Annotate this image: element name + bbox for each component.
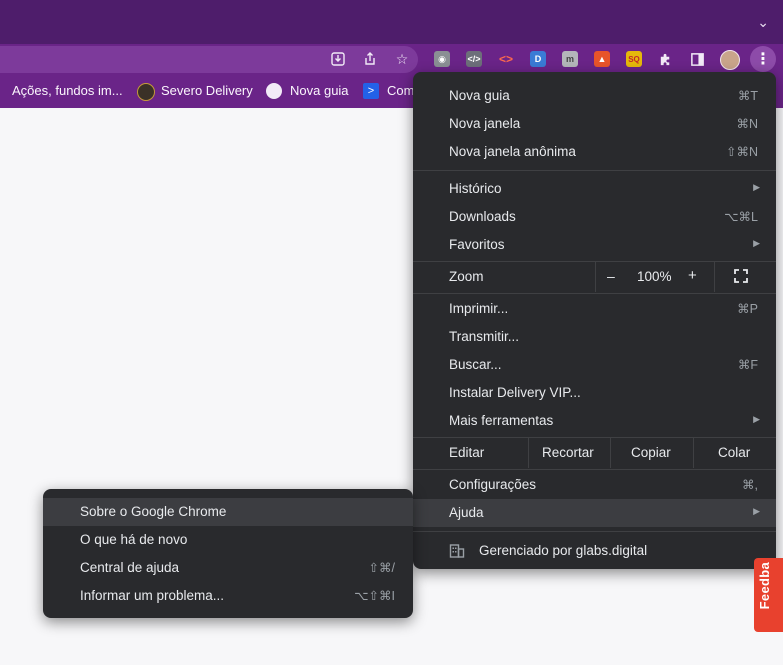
submenu-item-label: Central de ajuda xyxy=(80,560,180,575)
managed-by-label: Gerenciado por glabs.digital xyxy=(479,543,648,558)
submenu-item-shortcut: ⇧⌘/ xyxy=(368,561,395,575)
menu-item-shortcut: ⌘, xyxy=(742,478,758,492)
address-bar[interactable] xyxy=(0,46,418,73)
menu-item-shortcut: ⇧⌘N xyxy=(725,145,758,159)
zoom-divider xyxy=(714,262,715,292)
menu-item-nova-guia[interactable]: Nova guia ⌘T xyxy=(413,82,776,110)
menu-item-shortcut: ⌥⌘L xyxy=(724,210,758,224)
menu-item-imprimir[interactable]: Imprimir... ⌘P xyxy=(413,295,776,323)
menu-item-label: Downloads xyxy=(449,209,516,224)
zoom-level: 100% xyxy=(637,269,672,284)
menu-separator xyxy=(413,531,776,532)
submenu-item-label: O que há de novo xyxy=(80,532,188,547)
severo-delivery-logo-icon xyxy=(137,83,155,101)
browser-titlebar: ⌄ xyxy=(0,0,783,44)
globe-icon xyxy=(266,83,282,99)
profile-avatar[interactable] xyxy=(720,50,740,70)
tab-search-chevron-icon[interactable]: ⌄ xyxy=(757,14,769,31)
bookmark-acoes[interactable]: Ações, fundos im... xyxy=(12,83,123,98)
menu-item-label: Buscar... xyxy=(449,357,502,372)
menu-item-mais-ferramentas[interactable]: Mais ferramentas ▶ xyxy=(413,407,776,435)
menu-separator xyxy=(413,170,776,171)
menu-item-label: Nova janela xyxy=(449,116,521,131)
menu-item-nova-janela-anonima[interactable]: Nova janela anônima ⇧⌘N xyxy=(413,138,776,166)
side-panel-icon[interactable] xyxy=(687,49,707,69)
menu-item-label: Nova janela anônima xyxy=(449,144,576,159)
menu-item-label: Imprimir... xyxy=(449,301,509,316)
zoom-in-button[interactable]: + xyxy=(688,267,697,284)
m-extension-icon[interactable]: m xyxy=(562,51,578,67)
submenu-item-label: Sobre o Google Chrome xyxy=(80,504,227,519)
menu-item-label: Configurações xyxy=(449,477,537,492)
edit-divider xyxy=(528,438,529,468)
share-icon[interactable] xyxy=(360,49,380,69)
feedback-tab[interactable]: Feedba xyxy=(754,558,783,632)
browser-toolbar: ☆ ◉ </> <> D m ▲ SQ ⋮ xyxy=(0,44,783,74)
web-developer-extension-icon[interactable]: <> xyxy=(498,51,514,67)
menu-item-nova-janela[interactable]: Nova janela ⌘N xyxy=(413,110,776,138)
help-submenu: Sobre o Google Chrome O que há de novo C… xyxy=(43,489,413,618)
menu-item-transmitir[interactable]: Transmitir... xyxy=(413,323,776,351)
submenu-arrow-icon: ▶ xyxy=(753,238,760,248)
menu-item-shortcut: ⌘T xyxy=(737,89,758,103)
submenu-arrow-icon: ▶ xyxy=(753,182,760,192)
menu-item-historico[interactable]: Histórico ▶ xyxy=(413,175,776,203)
prompt-arrow-icon: > xyxy=(363,83,379,99)
fullscreen-icon[interactable] xyxy=(733,268,751,286)
paste-button[interactable]: Colar xyxy=(718,445,750,460)
menu-item-configuracoes[interactable]: Configurações ⌘, xyxy=(413,471,776,499)
zoom-out-button[interactable]: – xyxy=(607,268,615,284)
install-app-icon[interactable] xyxy=(328,49,348,69)
zoom-divider xyxy=(595,262,596,292)
bookmark-severo-delivery[interactable]: Severo Delivery xyxy=(161,83,253,98)
bookmark-com[interactable]: Com xyxy=(387,83,414,98)
extensions-puzzle-icon[interactable] xyxy=(655,49,675,69)
menu-item-label: Nova guia xyxy=(449,88,510,103)
menu-item-buscar[interactable]: Buscar... ⌘F xyxy=(413,351,776,379)
submenu-item-informar-problema[interactable]: Informar um problema... ⌥⇧⌘I xyxy=(43,582,413,610)
bookmark-star-icon[interactable]: ☆ xyxy=(392,49,412,69)
menu-item-label: Histórico xyxy=(449,181,502,196)
submenu-arrow-icon: ▶ xyxy=(753,506,760,516)
submenu-item-sobre-google-chrome[interactable]: Sobre o Google Chrome xyxy=(43,498,413,526)
copy-button[interactable]: Copiar xyxy=(631,445,671,460)
cut-button[interactable]: Recortar xyxy=(542,445,594,460)
menu-separator xyxy=(413,293,776,294)
menu-separator xyxy=(413,469,776,470)
menu-item-label: Transmitir... xyxy=(449,329,520,344)
menu-item-favoritos[interactable]: Favoritos ▶ xyxy=(413,231,776,259)
zoom-row: Zoom – 100% + xyxy=(413,262,776,292)
camera-extension-icon[interactable]: ◉ xyxy=(434,51,450,67)
bookmark-nova-guia[interactable]: Nova guia xyxy=(290,83,349,98)
submenu-item-shortcut: ⌥⇧⌘I xyxy=(354,589,395,603)
json-extension-icon[interactable]: D xyxy=(530,51,546,67)
lighthouse-extension-icon[interactable]: ▲ xyxy=(594,51,610,67)
building-icon xyxy=(449,543,465,559)
menu-item-shortcut: ⌘P xyxy=(737,302,758,316)
menu-item-label: Mais ferramentas xyxy=(449,413,554,428)
chrome-main-menu: Nova guia ⌘T Nova janela ⌘N Nova janela … xyxy=(413,72,776,569)
managed-by-row[interactable]: Gerenciado por glabs.digital xyxy=(413,536,776,566)
menu-item-instalar-delivery-vip[interactable]: Instalar Delivery VIP... xyxy=(413,379,776,407)
submenu-arrow-icon: ▶ xyxy=(753,414,760,424)
menu-item-label: Favoritos xyxy=(449,237,505,252)
menu-item-downloads[interactable]: Downloads ⌥⌘L xyxy=(413,203,776,231)
menu-item-shortcut: ⌘N xyxy=(736,117,758,131)
feedback-label: Feedba xyxy=(757,562,772,610)
sq-extension-icon[interactable]: SQ xyxy=(626,51,642,67)
menu-item-ajuda[interactable]: Ajuda ▶ xyxy=(413,499,776,527)
menu-item-label: Instalar Delivery VIP... xyxy=(449,385,581,400)
edit-divider xyxy=(610,438,611,468)
zoom-label: Zoom xyxy=(449,269,484,284)
edit-row: Editar Recortar Copiar Colar xyxy=(413,438,776,468)
submenu-item-central-de-ajuda[interactable]: Central de ajuda ⇧⌘/ xyxy=(43,554,413,582)
edit-divider xyxy=(693,438,694,468)
edit-label: Editar xyxy=(449,445,485,460)
submenu-item-label: Informar um problema... xyxy=(80,588,225,603)
menu-item-label: Ajuda xyxy=(449,505,484,520)
code-viewer-extension-icon[interactable]: </> xyxy=(466,51,482,67)
chrome-menu-kebab-icon[interactable]: ⋮ xyxy=(750,46,776,72)
menu-item-shortcut: ⌘F xyxy=(737,358,758,372)
submenu-item-o-que-ha-de-novo[interactable]: O que há de novo xyxy=(43,526,413,554)
